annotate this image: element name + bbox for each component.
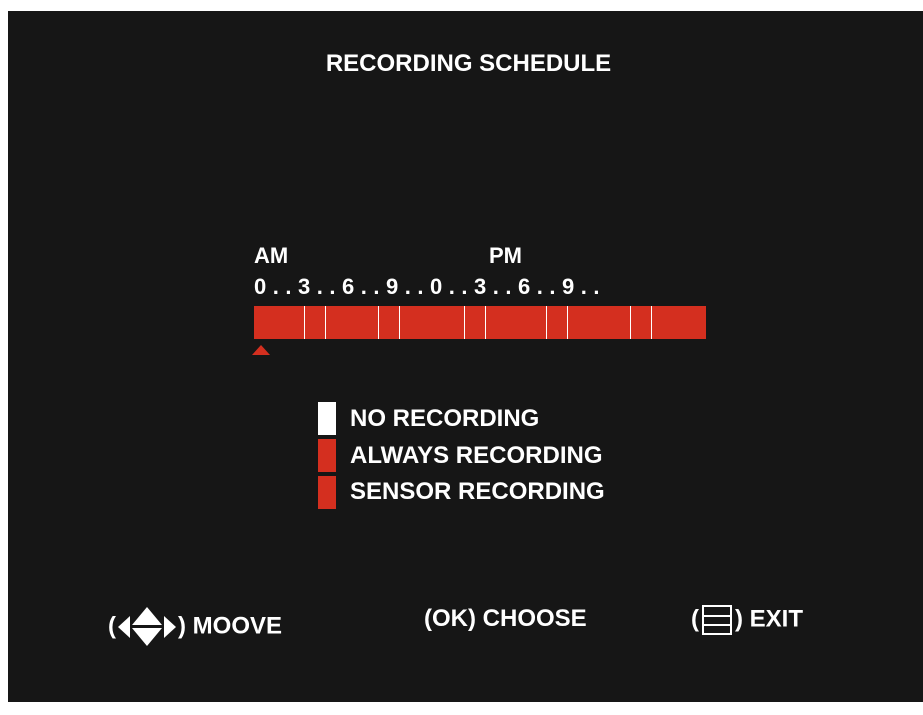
up-down-arrow-icon (132, 605, 162, 649)
legend-sensor-recording: SENSOR RECORDING (350, 478, 605, 505)
segment-divider (567, 306, 568, 339)
pm-label: PM (489, 243, 522, 268)
choose-hint: (OK) CHOOSE (424, 605, 587, 632)
segment-divider (464, 306, 465, 339)
segment-divider (651, 306, 652, 339)
segment-divider (304, 306, 305, 339)
segment-divider (546, 306, 547, 339)
no-recording-swatch (318, 402, 336, 435)
hour-cursor-icon[interactable] (252, 345, 270, 355)
move-open-paren: ( (108, 612, 116, 640)
move-hint: ( ) MOOVE (108, 605, 282, 649)
segment-divider (325, 306, 326, 339)
schedule-timeline-bar[interactable] (254, 306, 706, 339)
segment-divider (485, 306, 486, 339)
legend-no-recording: NO RECORDING (350, 405, 540, 432)
hour-tick-labels: 0 . . 3 . . 6 . . 9 . . 0 . . 3 . . 6 . … (254, 274, 600, 299)
osd-screen (8, 11, 923, 702)
sensor-recording-swatch (318, 476, 336, 509)
right-arrow-icon (164, 616, 176, 638)
exit-label: ) EXIT (735, 605, 804, 633)
segment-divider (399, 306, 400, 339)
page-title: RECORDING SCHEDULE (325, 50, 612, 77)
legend-always-recording: ALWAYS RECORDING (350, 442, 603, 469)
segment-divider (378, 306, 379, 339)
move-label: ) MOOVE (178, 612, 283, 640)
am-label: AM (254, 243, 289, 268)
exit-hint: ( ) EXIT (691, 605, 803, 635)
left-arrow-icon (118, 616, 130, 638)
exit-open-paren: ( (691, 605, 699, 633)
menu-icon (702, 605, 732, 635)
segment-divider (630, 306, 631, 339)
always-recording-swatch (318, 439, 336, 472)
